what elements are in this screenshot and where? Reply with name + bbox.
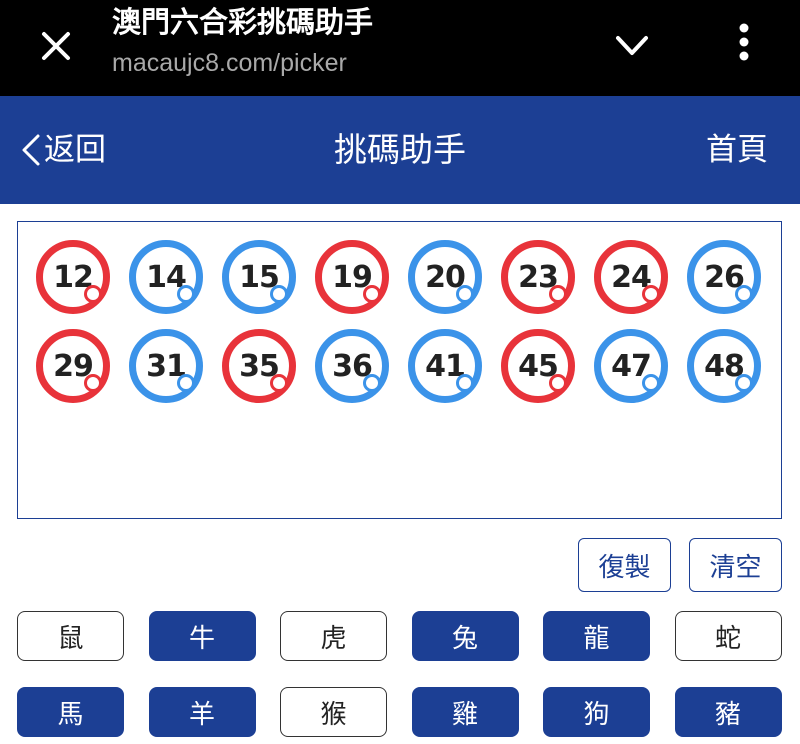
browser-page-title: 澳門六合彩挑碼助手 — [112, 5, 374, 39]
number-ball[interactable]: 15 — [222, 240, 296, 314]
number-ball[interactable]: 48 — [687, 329, 761, 403]
ball-highlight — [87, 377, 99, 389]
close-icon[interactable] — [36, 26, 76, 66]
browser-toolbar: 澳門六合彩挑碼助手 macaujc8.com/picker — [0, 0, 800, 96]
zodiac-button[interactable]: 蛇 — [674, 611, 782, 661]
ball-highlight — [180, 288, 192, 300]
app-header: 返回 挑碼助手 首頁 — [0, 96, 800, 204]
number-ball[interactable]: 26 — [687, 240, 761, 314]
zodiac-button[interactable]: 兔 — [411, 611, 519, 661]
ball-highlight — [738, 288, 750, 300]
ball-highlight — [459, 288, 471, 300]
ball-highlight — [552, 377, 564, 389]
number-ball[interactable]: 20 — [408, 240, 482, 314]
ball-highlight — [87, 288, 99, 300]
number-ball[interactable]: 41 — [408, 329, 482, 403]
zodiac-button[interactable]: 牛 — [148, 611, 256, 661]
zodiac-button[interactable]: 虎 — [280, 611, 387, 661]
home-link[interactable]: 首頁 — [706, 130, 768, 170]
chevron-down-icon[interactable] — [612, 26, 652, 66]
number-ball[interactable]: 29 — [36, 329, 110, 403]
zodiac-button[interactable]: 鼠 — [17, 611, 124, 661]
number-ball[interactable]: 14 — [129, 240, 203, 314]
number-ball[interactable]: 47 — [594, 329, 668, 403]
ball-highlight — [645, 288, 657, 300]
ball-highlight — [459, 377, 471, 389]
number-ball[interactable]: 36 — [315, 329, 389, 403]
zodiac-button[interactable]: 雞 — [411, 687, 519, 737]
ball-highlight — [738, 377, 750, 389]
selected-numbers-panel: 12 14 15 19 20 23 24 26 29 31 35 36 41 45 47 48 — [17, 221, 782, 519]
zodiac-button[interactable]: 豬 — [674, 687, 782, 737]
zodiac-button[interactable]: 猴 — [280, 687, 387, 737]
browser-url[interactable]: macaujc8.com/picker — [112, 48, 347, 78]
ball-highlight — [552, 288, 564, 300]
number-ball[interactable]: 31 — [129, 329, 203, 403]
more-options-icon[interactable] — [724, 18, 764, 66]
clear-button[interactable]: 清空 — [689, 538, 782, 592]
number-ball[interactable]: 19 — [315, 240, 389, 314]
number-ball[interactable]: 35 — [222, 329, 296, 403]
zodiac-button[interactable]: 馬 — [17, 687, 124, 737]
number-ball[interactable]: 12 — [36, 240, 110, 314]
copy-button[interactable]: 復製 — [578, 538, 671, 592]
ball-highlight — [366, 288, 378, 300]
ball-highlight — [645, 377, 657, 389]
page-title: 挑碼助手 — [334, 130, 466, 169]
ball-highlight — [273, 288, 285, 300]
number-ball[interactable]: 24 — [594, 240, 668, 314]
ball-highlight — [273, 377, 285, 389]
number-ball[interactable]: 45 — [501, 329, 575, 403]
zodiac-button[interactable]: 羊 — [148, 687, 256, 737]
zodiac-button[interactable]: 狗 — [543, 687, 650, 737]
ball-highlight — [180, 377, 192, 389]
number-ball[interactable]: 23 — [501, 240, 575, 314]
zodiac-button[interactable]: 龍 — [543, 611, 650, 661]
ball-highlight — [366, 377, 378, 389]
